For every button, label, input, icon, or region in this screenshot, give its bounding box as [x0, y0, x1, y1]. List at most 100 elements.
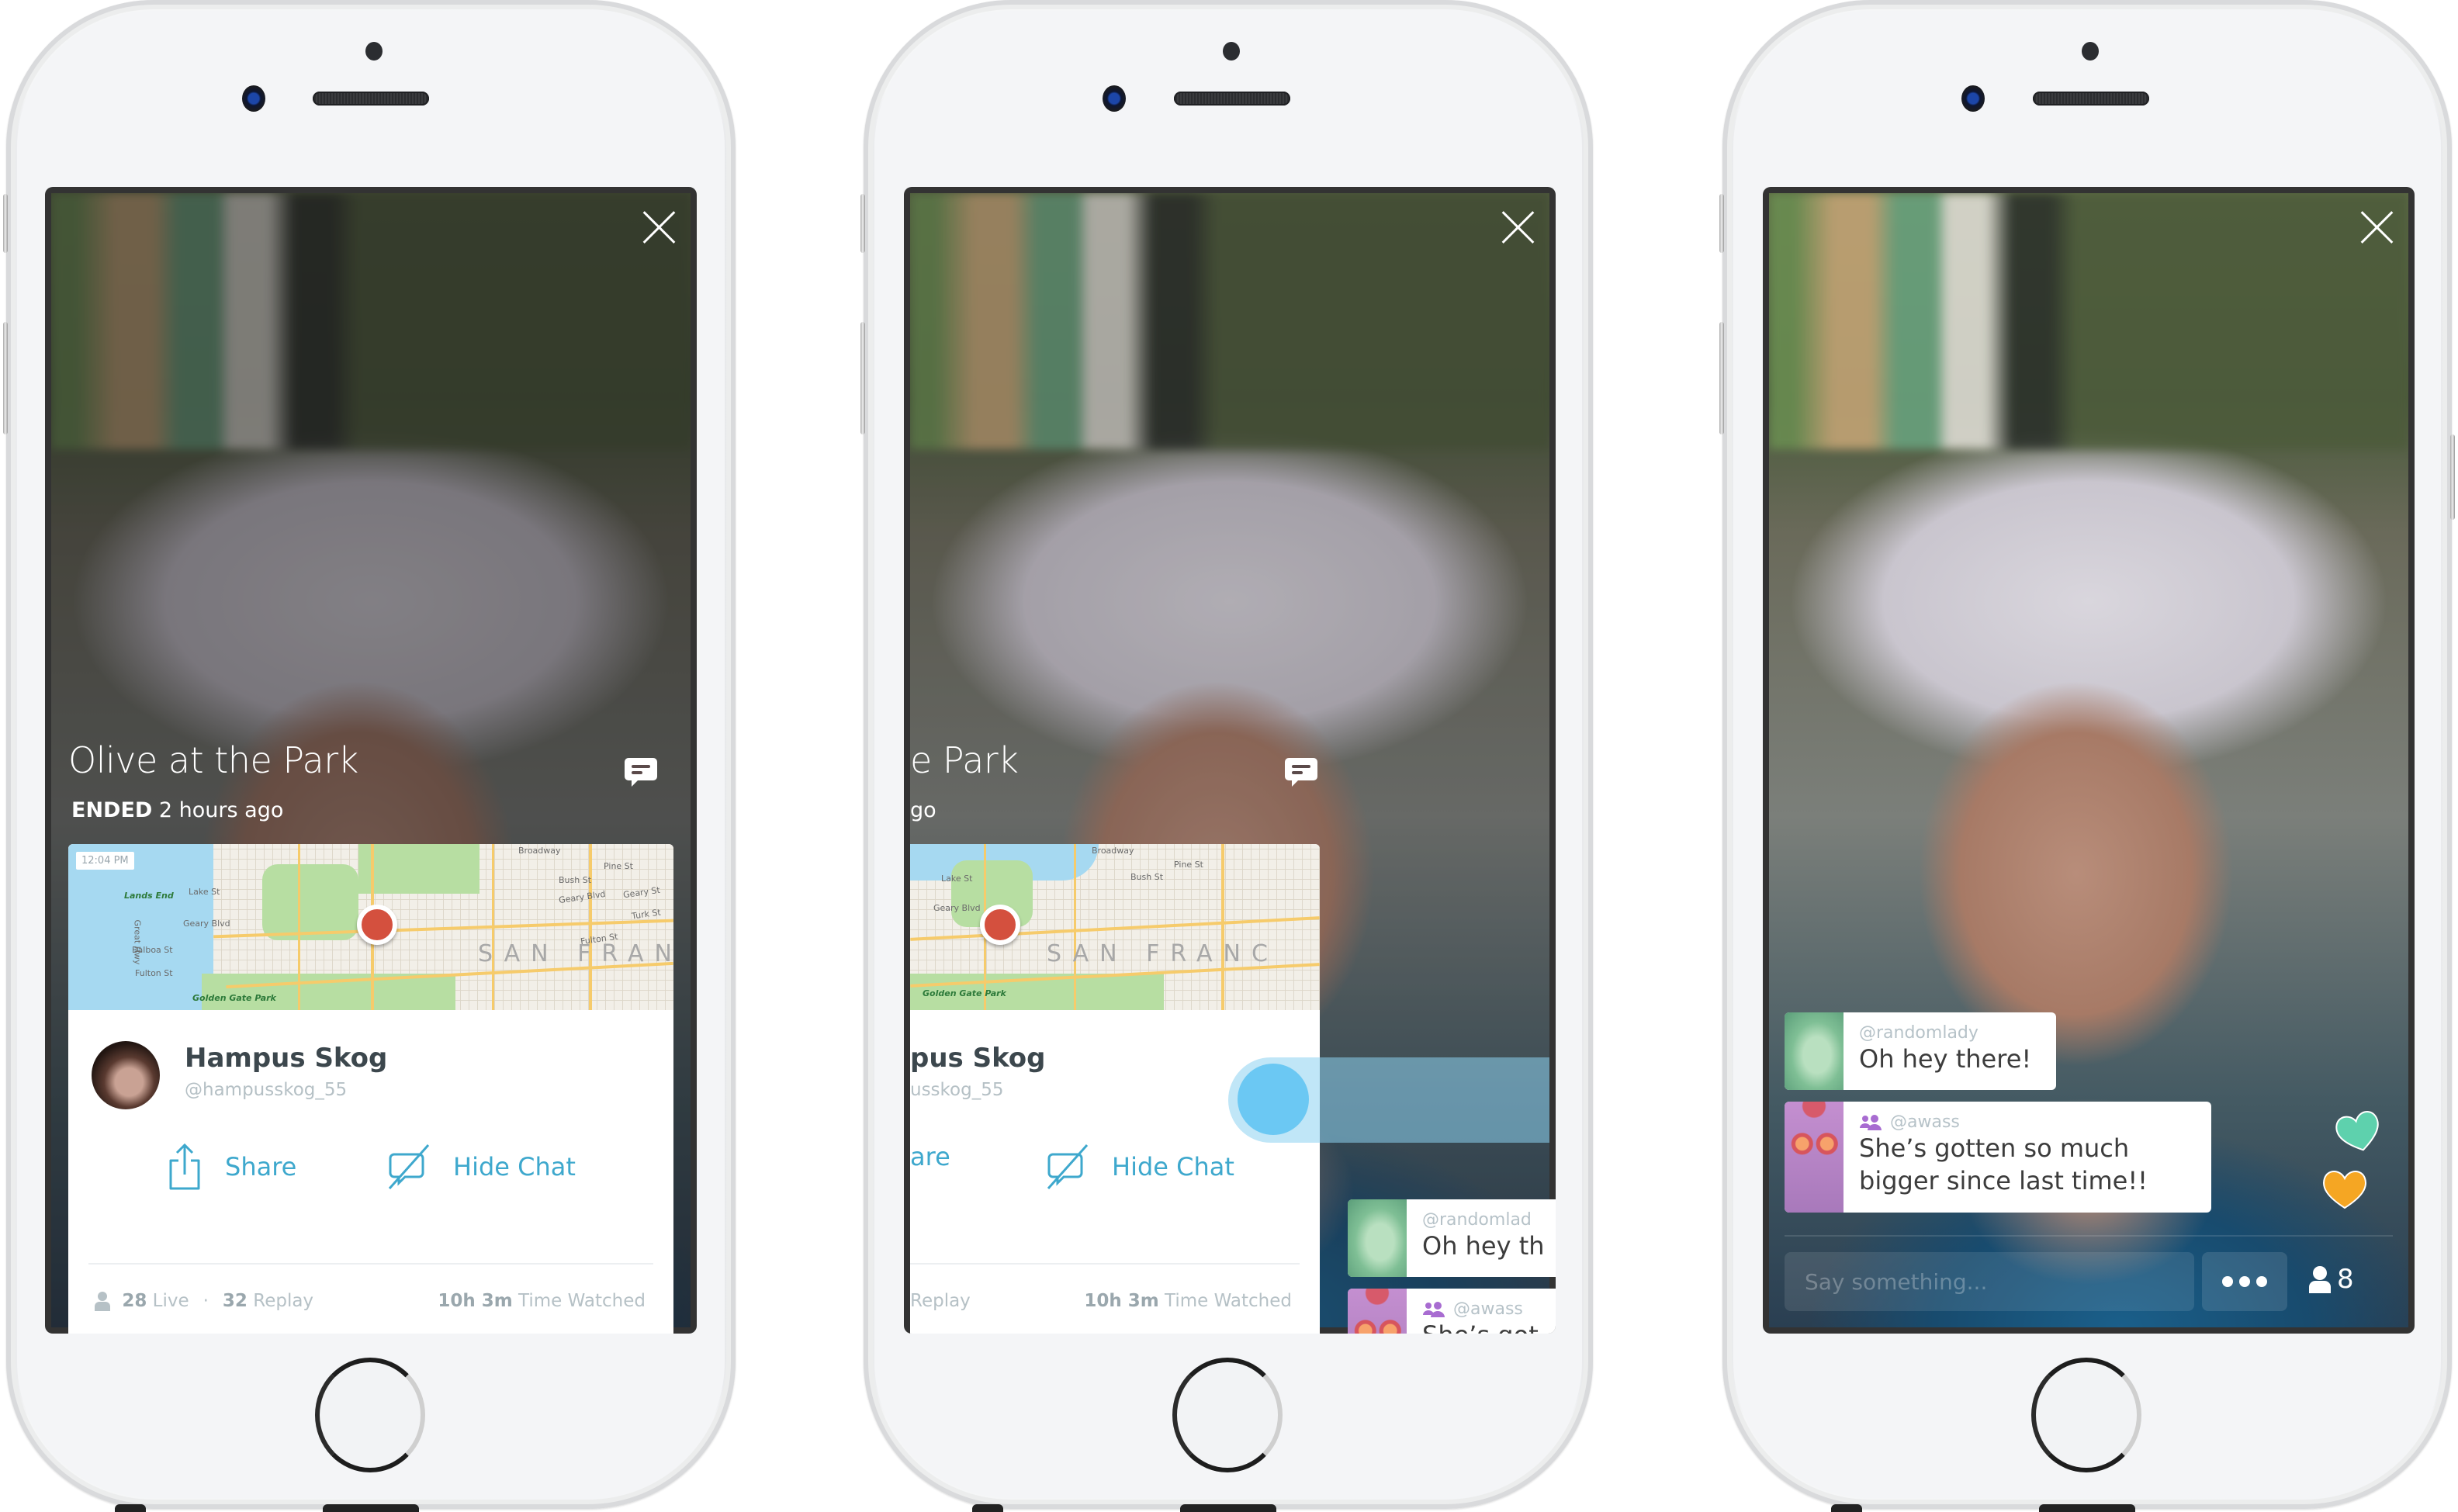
mutual-follow-icon [1423, 1301, 1445, 1317]
share-button[interactable]: are [910, 1142, 950, 1171]
broadcaster-row[interactable]: Hampus Skog @hampusskog_55 [68, 1010, 673, 1111]
close-icon[interactable] [1498, 207, 1539, 247]
dot [2239, 1276, 2250, 1287]
phone-3-screen: @randomlady Oh hey there! @awass She’s g… [1763, 187, 2415, 1334]
chat-handle: @randomlad [1422, 1210, 1532, 1230]
earpiece-speaker [1174, 92, 1290, 106]
heart-icon [2323, 1171, 2366, 1209]
chat-divider [1785, 1235, 2393, 1237]
broadcast-info-card: 12:04 PM Lands End Lake St Geary Blvd Ba… [68, 844, 673, 1334]
card-divider [88, 1263, 653, 1265]
hide-chat-button[interactable]: Hide Chat [1047, 1142, 1234, 1192]
map-road [1221, 844, 1225, 1010]
hide-chat-icon [1047, 1144, 1089, 1189]
map-label: Pine St [1174, 860, 1203, 870]
share-label: are [910, 1142, 950, 1171]
status-badge: ENDED [71, 798, 153, 822]
location-pin-icon[interactable] [980, 905, 1020, 945]
home-button[interactable] [1172, 1358, 1283, 1472]
broadcaster-avatar[interactable] [92, 1041, 160, 1109]
chat-avatar[interactable] [1785, 1102, 1844, 1213]
chat-text: She’s gotten so much [1859, 1133, 2130, 1163]
chat-avatar[interactable] [1348, 1199, 1407, 1277]
time-watched: 10h 3m Time Watched [1084, 1291, 1292, 1311]
map-label: Geary Blvd [183, 919, 230, 929]
home-button[interactable] [2031, 1358, 2141, 1472]
chat-text: She’s got [1422, 1319, 1540, 1334]
map-road [588, 844, 592, 1010]
proximity-sensor [2082, 42, 2099, 61]
chat-bubble-icon[interactable] [1284, 755, 1318, 789]
hide-chat-icon [388, 1144, 430, 1189]
map-road [1074, 844, 1077, 1010]
chat-avatar[interactable] [1785, 1012, 1844, 1090]
map-label: Great Hwy [132, 919, 143, 965]
headphone-port [1831, 1504, 1862, 1512]
broadcaster-name[interactable]: Hampus Skog [185, 1043, 387, 1074]
chat-text: Oh hey th [1422, 1231, 1545, 1261]
map-city-label: SAN FRANC [1047, 940, 1279, 967]
replay-count: 32 [222, 1291, 248, 1311]
location-map[interactable]: 12:04 PM Lands End Lake St Geary Blvd Ba… [68, 844, 673, 1010]
earpiece-speaker [313, 92, 429, 106]
more-options-button[interactable] [2202, 1252, 2287, 1311]
viewer-count[interactable]: 8 [2309, 1264, 2354, 1295]
time-watched-label: Time Watched [518, 1291, 646, 1311]
broadcaster-name[interactable]: pus Skog [910, 1043, 1046, 1074]
chat-input[interactable] [1785, 1252, 2194, 1311]
map-city-label: SAN FRANC [478, 940, 673, 967]
map-label: Pine St [604, 861, 633, 871]
chat-text: bigger since last time!! [1859, 1166, 2148, 1195]
location-map[interactable]: Lake St Geary Blvd Golden Gate Park Broa… [910, 844, 1320, 1010]
map-label: Lake St [941, 874, 973, 884]
chat-message[interactable]: @randomlady Oh hey there! [1785, 1012, 2056, 1090]
phone-2-screen: e Park go Lake St Geary Blvd Golden Gate… [904, 187, 1556, 1334]
status-time: 2 hours ago [158, 798, 284, 822]
viewer-stats: Replay [910, 1291, 971, 1311]
close-icon[interactable] [2357, 207, 2397, 247]
broadcast-title: e Park [910, 739, 1019, 781]
chat-message[interactable]: @awass She’s gotten so much bigger since… [1785, 1102, 2211, 1213]
close-icon[interactable] [639, 207, 680, 247]
map-label: Lands End [124, 891, 174, 901]
front-camera-icon [242, 85, 265, 112]
mute-switch [1719, 194, 1724, 253]
hide-chat-label: Hide Chat [1112, 1152, 1234, 1182]
map-timestamp: 12:04 PM [76, 852, 134, 870]
chat-avatar[interactable] [1348, 1289, 1407, 1334]
share-icon [169, 1143, 200, 1190]
home-button[interactable] [315, 1358, 425, 1472]
volume-up-button [3, 322, 8, 434]
time-watched-value: 10h 3m [438, 1291, 513, 1311]
hide-chat-label: Hide Chat [453, 1152, 576, 1182]
chat-message[interactable]: @awass She’s got bigger sir [1348, 1289, 1556, 1334]
map-road [298, 844, 301, 1010]
phone-1-screen: Olive at the Park ENDED 2 hours ago 12:0… [45, 187, 697, 1334]
map-park [201, 973, 456, 1010]
mute-switch [3, 194, 8, 253]
location-pin-icon[interactable] [357, 905, 397, 945]
front-camera-icon [1103, 85, 1126, 112]
lightning-port [323, 1504, 419, 1512]
broadcast-status: ENDED 2 hours ago [71, 798, 283, 822]
viewer-icon [95, 1292, 110, 1311]
chat-bubble-icon[interactable] [624, 755, 658, 789]
broadcaster-handle: usskog_55 [910, 1080, 1004, 1100]
map-road [492, 844, 494, 1010]
proximity-sensor [1223, 42, 1240, 61]
card-divider [910, 1263, 1300, 1265]
viewer-icon [2309, 1266, 2331, 1293]
map-label: Golden Gate Park [192, 993, 276, 1003]
hide-chat-button[interactable]: Hide Chat [388, 1142, 576, 1192]
volume-up-button [1719, 322, 1724, 434]
share-button[interactable]: Share [166, 1142, 296, 1192]
dot [2256, 1276, 2267, 1287]
volume-up-button [860, 322, 865, 434]
map-park [358, 844, 480, 894]
chat-message[interactable]: @randomlad Oh hey th [1348, 1199, 1556, 1277]
dot [2222, 1276, 2233, 1287]
viewer-stats: 28 Live · 32 Replay [95, 1291, 313, 1311]
replay-label: Replay [253, 1291, 314, 1311]
map-label: Geary St [622, 884, 661, 901]
live-count: 28 [122, 1291, 147, 1311]
